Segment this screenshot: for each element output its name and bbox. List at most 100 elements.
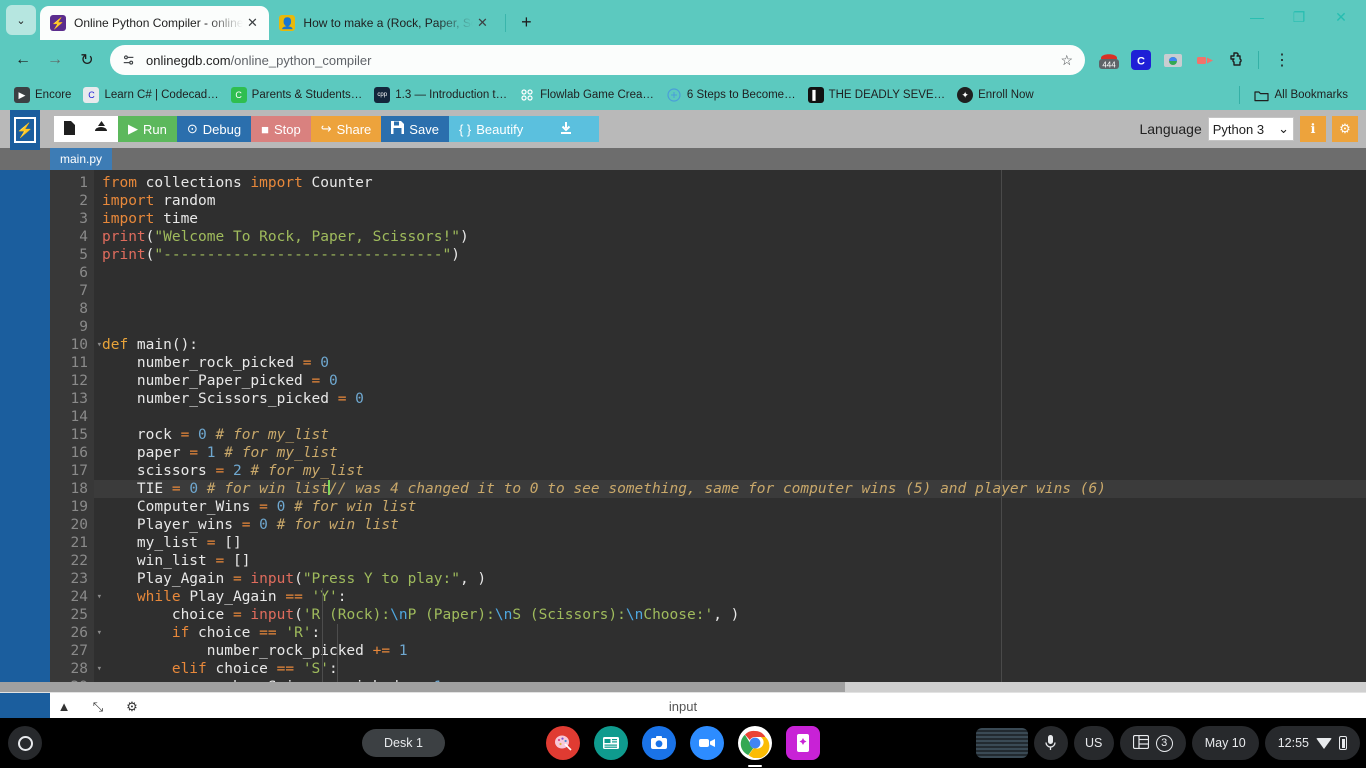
editor-horizontal-scrollbar[interactable]	[0, 682, 1366, 692]
code-token: import	[102, 211, 164, 227]
code-line[interactable]: Play_Again = input("Press Y to play:", )	[94, 570, 1366, 588]
share-button[interactable]: ↪ Share	[310, 116, 382, 142]
bookmark-learn-csharp[interactable]: C Learn C# | Codecad…	[79, 83, 226, 107]
code-line[interactable]: TIE = 0 # for win list// was 4 changed i…	[94, 480, 1366, 498]
code-line[interactable]	[94, 300, 1366, 318]
code-token: number_Scissors_picked	[102, 679, 408, 682]
code-token: =	[232, 607, 251, 623]
code-line[interactable]: rock = 0 # for my_list	[94, 426, 1366, 444]
code-text-area[interactable]: from collections import Counter import ra…	[94, 170, 1366, 682]
code-line[interactable]: scissors = 2 # for my_list	[94, 462, 1366, 480]
code-line[interactable]: number_Scissors_picked += 1	[94, 678, 1366, 682]
window-overview-button[interactable]: 3	[1119, 726, 1186, 760]
bookmark-encore[interactable]: ▶ Encore	[10, 83, 79, 107]
language-select[interactable]: Python 3 ⌄	[1207, 117, 1294, 141]
code-line[interactable]: Player_wins = 0 # for win list	[94, 516, 1366, 534]
desk-button[interactable]: Desk 1	[362, 729, 445, 757]
all-bookmarks-button[interactable]: All Bookmarks	[1250, 83, 1357, 107]
tab-how-to-make-rock-paper-scissors[interactable]: 👤 How to make a (Rock, Paper, Sc ✕	[269, 6, 499, 40]
debug-button[interactable]: ⊙ Debug	[176, 116, 252, 142]
bookmark-6-steps[interactable]: 6 Steps to Become…	[662, 83, 804, 107]
beautify-button[interactable]: { } Beautify	[448, 116, 534, 142]
code-line[interactable]: while Play_Again == 'Y':	[94, 588, 1366, 606]
code-line[interactable]	[94, 282, 1366, 300]
code-line[interactable]: print("Welcome To Rock, Paper, Scissors!…	[94, 228, 1366, 246]
gimp-app-icon[interactable]	[546, 726, 580, 760]
microphone-button[interactable]	[1033, 726, 1068, 760]
code-line[interactable]	[94, 264, 1366, 282]
file-tab-main-py[interactable]: main.py	[50, 148, 113, 170]
tab-online-python-compiler[interactable]: ⚡ Online Python Compiler - online ✕	[40, 6, 270, 40]
keyboard-layout-button[interactable]: US	[1073, 726, 1114, 760]
hat-extension-icon[interactable]: 444	[1095, 46, 1123, 74]
bookmark-flowlab[interactable]: Flowlab Game Crea…	[515, 83, 662, 107]
video-extension-icon[interactable]	[1191, 46, 1219, 74]
code-line[interactable]: from collections import Counter	[94, 174, 1366, 192]
forward-icon[interactable]: →	[40, 45, 70, 75]
code-line[interactable]: number_Scissors_picked = 0	[94, 390, 1366, 408]
info-button[interactable]: ℹ	[1300, 116, 1326, 142]
reload-icon[interactable]: ↻	[72, 45, 102, 75]
bookmark-enroll-now[interactable]: ✦ Enroll Now	[953, 83, 1042, 107]
download-button[interactable]	[533, 116, 600, 142]
upload-button[interactable]	[85, 116, 118, 142]
code-line[interactable]: my_list = []	[94, 534, 1366, 552]
back-icon[interactable]: ←	[8, 45, 38, 75]
status-area-button[interactable]: 12:55	[1264, 726, 1360, 760]
page-info-icon[interactable]	[122, 53, 136, 67]
close-icon[interactable]: ✕	[473, 14, 491, 32]
date-button[interactable]: May 10	[1191, 726, 1259, 760]
screenshot-extension-icon[interactable]	[1159, 46, 1187, 74]
new-tab-button[interactable]: +	[512, 8, 540, 36]
new-file-button[interactable]	[54, 116, 85, 142]
save-button[interactable]: Save	[381, 116, 449, 142]
bookmark-introduction[interactable]: cpp 1.3 — Introduction t…	[370, 83, 515, 107]
cards-app-icon[interactable]	[786, 726, 820, 760]
bookmark-star-icon[interactable]: ☆	[1060, 52, 1073, 69]
tab-search-button[interactable]: ⌄	[6, 5, 36, 35]
code-line[interactable]: elif choice == 'S':	[94, 660, 1366, 678]
browser-window: ⌄ ⚡ Online Python Compiler - online ✕ 👤 …	[0, 0, 1366, 720]
code-line[interactable]	[94, 408, 1366, 426]
scrollbar-thumb[interactable]	[0, 682, 845, 692]
browser-menu-icon[interactable]: ⋮	[1268, 46, 1296, 74]
close-window-icon[interactable]: ✕	[1320, 0, 1362, 34]
code-line[interactable]: number_rock_picked += 1	[94, 642, 1366, 660]
maximize-icon[interactable]: ❐	[1278, 0, 1320, 34]
address-bar[interactable]: onlinegdb.com/online_python_compiler ☆	[110, 45, 1085, 75]
news-app-icon[interactable]	[594, 726, 628, 760]
stop-button[interactable]: ■ Stop	[251, 116, 311, 142]
line-number: 21	[70, 535, 88, 551]
code-line[interactable]: choice = input('R (Rock):\nP (Paper):\nS…	[94, 606, 1366, 624]
camera-app-icon[interactable]	[642, 726, 676, 760]
bookmark-deadly-seven[interactable]: ▌ THE DEADLY SEVE…	[804, 83, 954, 107]
line-number: 15	[70, 427, 88, 443]
chrome-app-icon[interactable]	[738, 726, 772, 767]
code-line[interactable]: def main():	[94, 336, 1366, 354]
code-line[interactable]: print("--------------------------------"…	[94, 246, 1366, 264]
zoom-app-icon[interactable]	[690, 726, 724, 760]
settings-button[interactable]: ⚙	[1332, 116, 1358, 142]
code-line[interactable]: import time	[94, 210, 1366, 228]
extensions-puzzle-icon[interactable]	[1223, 46, 1251, 74]
codecademy-extension-icon[interactable]: C	[1127, 46, 1155, 74]
tab-strip: ⌄ ⚡ Online Python Compiler - online ✕ 👤 …	[0, 0, 1366, 40]
screen-capture-thumbnail[interactable]	[975, 728, 1028, 758]
close-icon[interactable]: ✕	[243, 14, 261, 32]
code-line[interactable]	[94, 318, 1366, 336]
code-line[interactable]: if choice == 'R':	[94, 624, 1366, 642]
cpp-icon: cpp	[374, 87, 391, 103]
launcher-button[interactable]	[8, 726, 42, 760]
onlinegdb-logo[interactable]: ⚡	[10, 110, 40, 150]
code-line[interactable]: number_rock_picked = 0	[94, 354, 1366, 372]
minimize-icon[interactable]: —	[1236, 0, 1278, 34]
code-line[interactable]: win_list = []	[94, 552, 1366, 570]
code-line[interactable]: paper = 1 # for my_list	[94, 444, 1366, 462]
code-line[interactable]: number_Paper_picked = 0	[94, 372, 1366, 390]
line-number: 20	[70, 517, 88, 533]
bookmark-parents-students[interactable]: C Parents & Students…	[227, 83, 371, 107]
run-button[interactable]: ▶ Run	[118, 116, 177, 142]
code-line[interactable]: import random	[94, 192, 1366, 210]
code-line[interactable]: Computer_Wins = 0 # for win list	[94, 498, 1366, 516]
code-editor[interactable]: 1 2 3 4 5 6 7 8 9 10 ▾ 11 12 13 14 15 16 17 18 19 20 21 22 23 24…	[0, 170, 1366, 682]
